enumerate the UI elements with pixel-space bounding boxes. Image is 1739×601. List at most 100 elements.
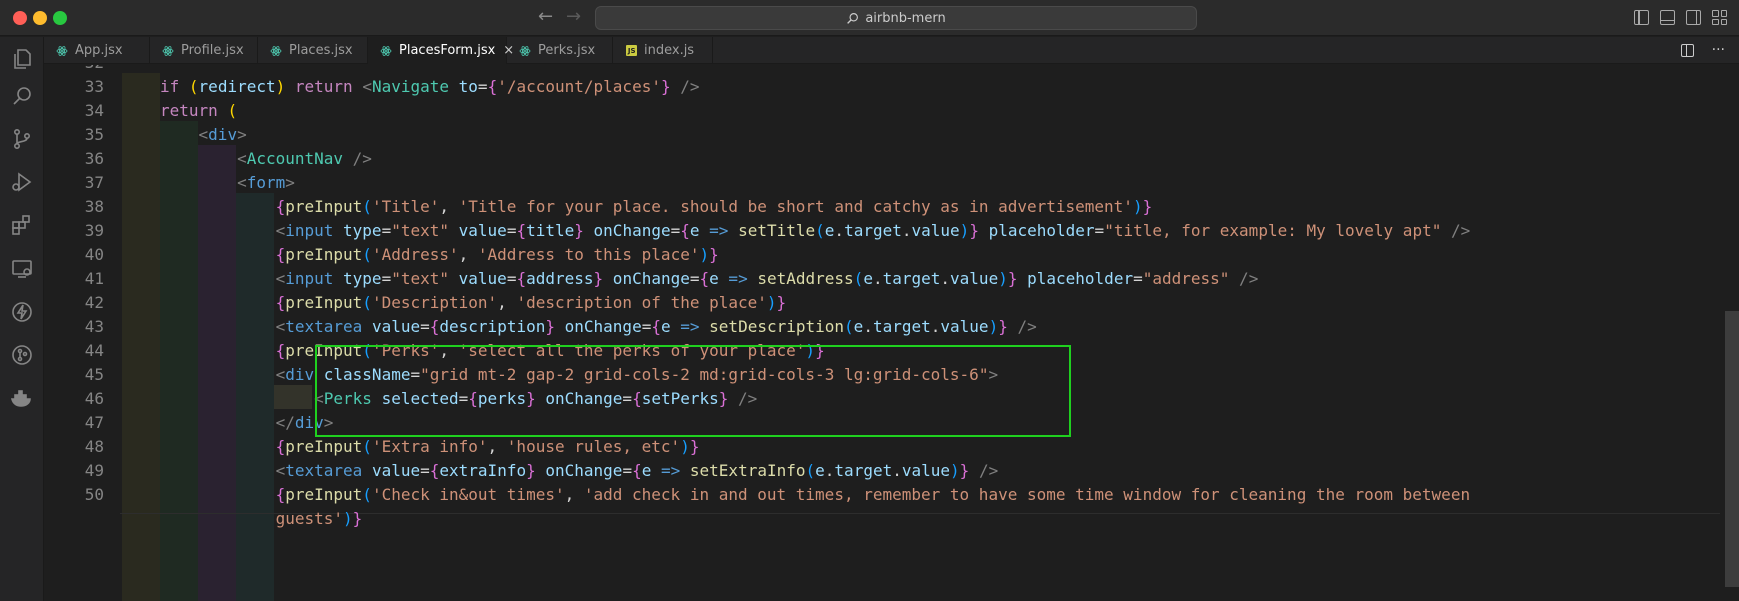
code-token: </ [160, 413, 295, 432]
code-token: 'Extra info' [371, 437, 488, 456]
code-token: "text" [391, 221, 459, 240]
code-token: { [429, 461, 440, 480]
code-token: target [872, 317, 931, 336]
code-token: } [689, 437, 700, 456]
code-line: <AccountNav /> [160, 147, 372, 171]
code-token: = [506, 269, 517, 288]
code-token: => [651, 461, 681, 480]
react-icon [270, 45, 282, 57]
code-token: ( [362, 437, 372, 456]
code-token: title [526, 221, 575, 240]
code-token: . [930, 317, 941, 336]
code-token: input [285, 221, 344, 240]
code-line: <textarea value={extraInfo} onChange={e … [160, 459, 999, 483]
code-token: => [718, 269, 748, 288]
toggle-secondary-sidebar-icon[interactable] [1686, 10, 1701, 25]
code-token: ) [699, 245, 710, 264]
code-token: < [160, 125, 209, 144]
code-token: } [526, 461, 536, 480]
code-token: placeholder [1017, 269, 1134, 288]
code-token: < [362, 77, 372, 96]
code-token: preInput [285, 293, 363, 312]
code-line: guests')} [160, 507, 363, 531]
code-token: = [689, 269, 700, 288]
code-token: = [381, 269, 392, 288]
code-token: { [632, 461, 642, 480]
code-token: = [420, 317, 430, 336]
window-close-button[interactable] [13, 11, 27, 25]
code-token: e [824, 221, 835, 240]
code-line: <div> [160, 123, 247, 147]
code-token: ) [1132, 197, 1143, 216]
code-token: return [160, 101, 228, 120]
git-graph-icon[interactable] [10, 343, 34, 367]
code-token: e [863, 269, 873, 288]
remote-explorer-icon[interactable] [10, 257, 34, 281]
code-token: < [160, 461, 286, 480]
title-bar: ← → airbnb-mern [0, 0, 1739, 36]
code-token: { [429, 317, 440, 336]
code-editor[interactable]: 32333435363738394041424344454647484950 i… [44, 65, 1739, 601]
code-token: address [526, 269, 594, 288]
code-token: setTitle [728, 221, 816, 240]
code-token: ( [853, 269, 864, 288]
forward-arrow-icon[interactable]: → [566, 6, 581, 28]
code-token: guests' [160, 509, 344, 528]
code-token: ) [998, 269, 1008, 288]
code-token: . [872, 269, 883, 288]
customize-layout-icon[interactable] [1712, 10, 1727, 25]
search-icon [847, 12, 859, 24]
code-token: = [622, 461, 633, 480]
window-minimize-button[interactable] [33, 11, 47, 25]
source-control-icon[interactable] [10, 127, 34, 151]
code-token: e [641, 461, 652, 480]
code-token: 'Description' [371, 293, 498, 312]
docker-icon[interactable] [10, 387, 34, 411]
toggle-panel-icon[interactable] [1660, 10, 1675, 25]
thunder-client-icon[interactable] [10, 300, 34, 324]
code-token: onChange [555, 317, 642, 336]
code-token: value [950, 269, 999, 288]
vertical-scrollbar[interactable] [1725, 311, 1739, 587]
window-maximize-button[interactable] [53, 11, 67, 25]
code-token: 'add check in and out times, remember to… [583, 485, 1471, 504]
code-token: /> [1007, 317, 1037, 336]
code-token: ( [805, 461, 816, 480]
tab-placesform-jsx[interactable]: PlacesForm.jsx × [368, 37, 514, 64]
tab-places-jsx[interactable]: Places.jsx [258, 37, 368, 64]
extensions-icon[interactable] [10, 213, 34, 237]
explorer-icon[interactable] [10, 47, 34, 71]
tab-label: index.js [644, 43, 695, 58]
back-arrow-icon[interactable]: ← [538, 6, 553, 28]
code-token: to [458, 77, 478, 96]
tab-index-js[interactable]: JS index.js [613, 37, 713, 64]
code-token: = [641, 317, 652, 336]
tab-app-jsx[interactable]: App.jsx [44, 37, 150, 64]
run-debug-icon[interactable] [10, 170, 34, 194]
code-token: , [564, 485, 584, 504]
javascript-icon: JS [625, 45, 637, 57]
code-token: } [545, 317, 555, 336]
code-token: < [160, 149, 247, 168]
code-token: { [680, 221, 690, 240]
code-token: { [651, 317, 661, 336]
code-token: ( [362, 485, 372, 504]
code-token: } [969, 221, 979, 240]
tab-label: Places.jsx [289, 43, 353, 58]
code-token: { [160, 437, 286, 456]
toggle-primary-sidebar-icon[interactable] [1634, 10, 1649, 25]
command-center-search[interactable]: airbnb-mern [595, 6, 1197, 30]
split-editor-icon[interactable] [1680, 44, 1694, 57]
code-line: return ( [160, 99, 237, 123]
react-icon [56, 45, 68, 57]
tab-perks-jsx[interactable]: Perks.jsx [507, 37, 613, 64]
code-line: </div> [160, 411, 334, 435]
more-actions-icon[interactable]: ··· [1712, 42, 1725, 58]
search-icon[interactable] [10, 84, 34, 108]
tab-profile-jsx[interactable]: Profile.jsx [150, 37, 258, 64]
code-token: } [959, 461, 970, 480]
tab-label: Profile.jsx [181, 43, 244, 58]
code-token: . [834, 221, 845, 240]
code-token: '/account/places' [497, 77, 661, 96]
code-token: ) [959, 221, 970, 240]
